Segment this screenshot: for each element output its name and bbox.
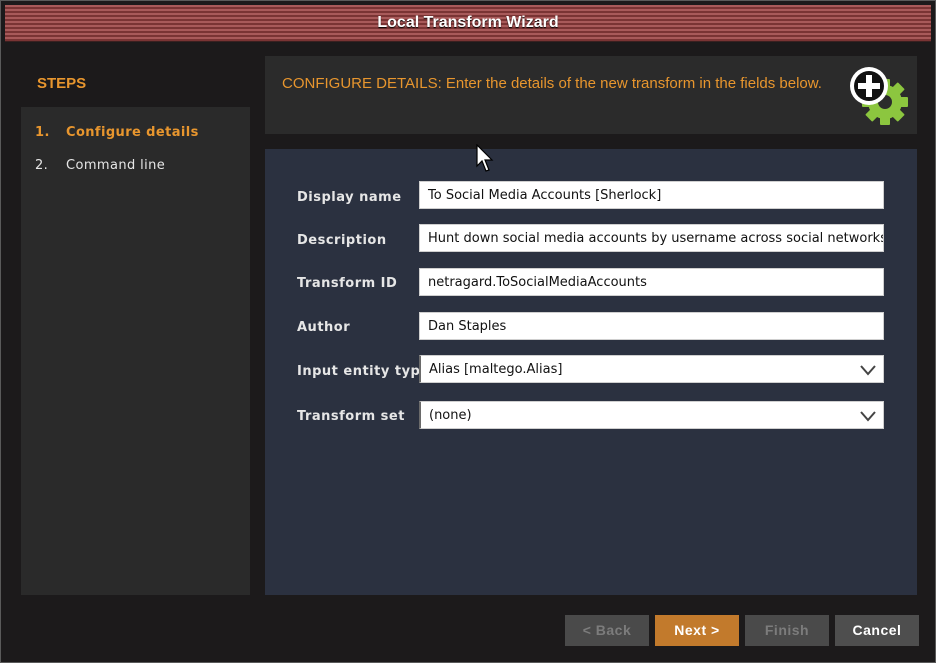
description-label: Description (297, 233, 387, 248)
back-button[interactable]: < Back (565, 615, 649, 646)
display-name-field[interactable]: To Social Media Accounts [Sherlock] (419, 181, 884, 209)
step-number: 2. (35, 158, 49, 173)
finish-button[interactable]: Finish (745, 615, 829, 646)
transform-id-field[interactable]: netragard.ToSocialMediaAccounts (419, 268, 884, 296)
step-command-line: 2. Command line (35, 158, 165, 173)
step-number: 1. (35, 125, 50, 140)
step-header: CONFIGURE DETAILS: Enter the details of … (265, 56, 917, 134)
steps-heading: STEPS (37, 75, 87, 92)
transform-set-value: (none) (429, 408, 472, 423)
author-label: Author (297, 320, 351, 335)
description-field[interactable]: Hunt down social media accounts by usern… (419, 224, 884, 252)
add-gear-icon (850, 67, 908, 125)
chevron-down-icon[interactable] (860, 410, 876, 422)
transform-id-label: Transform ID (297, 276, 398, 291)
next-button[interactable]: Next > (655, 615, 739, 646)
step-label: Command line (66, 158, 166, 173)
step-configure-details: 1. Configure details (35, 125, 199, 140)
chevron-down-icon[interactable] (860, 364, 876, 376)
mouse-cursor-icon (476, 144, 494, 172)
window-title: Local Transform Wizard (377, 14, 559, 31)
step-label: Configure details (66, 125, 199, 140)
display-name-label: Display name (297, 190, 402, 205)
details-form: Display name To Social Media Accounts [S… (265, 149, 917, 595)
input-entity-type-label: Input entity type (297, 364, 430, 379)
wizard-window: Local Transform Wizard STEPS 1. Configure… (0, 0, 936, 663)
steps-panel: 1. Configure details 2. Command line (21, 107, 250, 595)
transform-set-label: Transform set (297, 409, 405, 424)
cancel-button[interactable]: Cancel (835, 615, 919, 646)
transform-set-select[interactable]: (none) (419, 401, 884, 429)
input-entity-type-select[interactable]: Alias [maltego.Alias] (419, 355, 884, 383)
input-entity-type-value: Alias [maltego.Alias] (429, 362, 563, 377)
title-bar[interactable]: Local Transform Wizard (5, 5, 931, 42)
step-description: CONFIGURE DETAILS: Enter the details of … (282, 75, 822, 92)
author-field[interactable]: Dan Staples (419, 312, 884, 340)
